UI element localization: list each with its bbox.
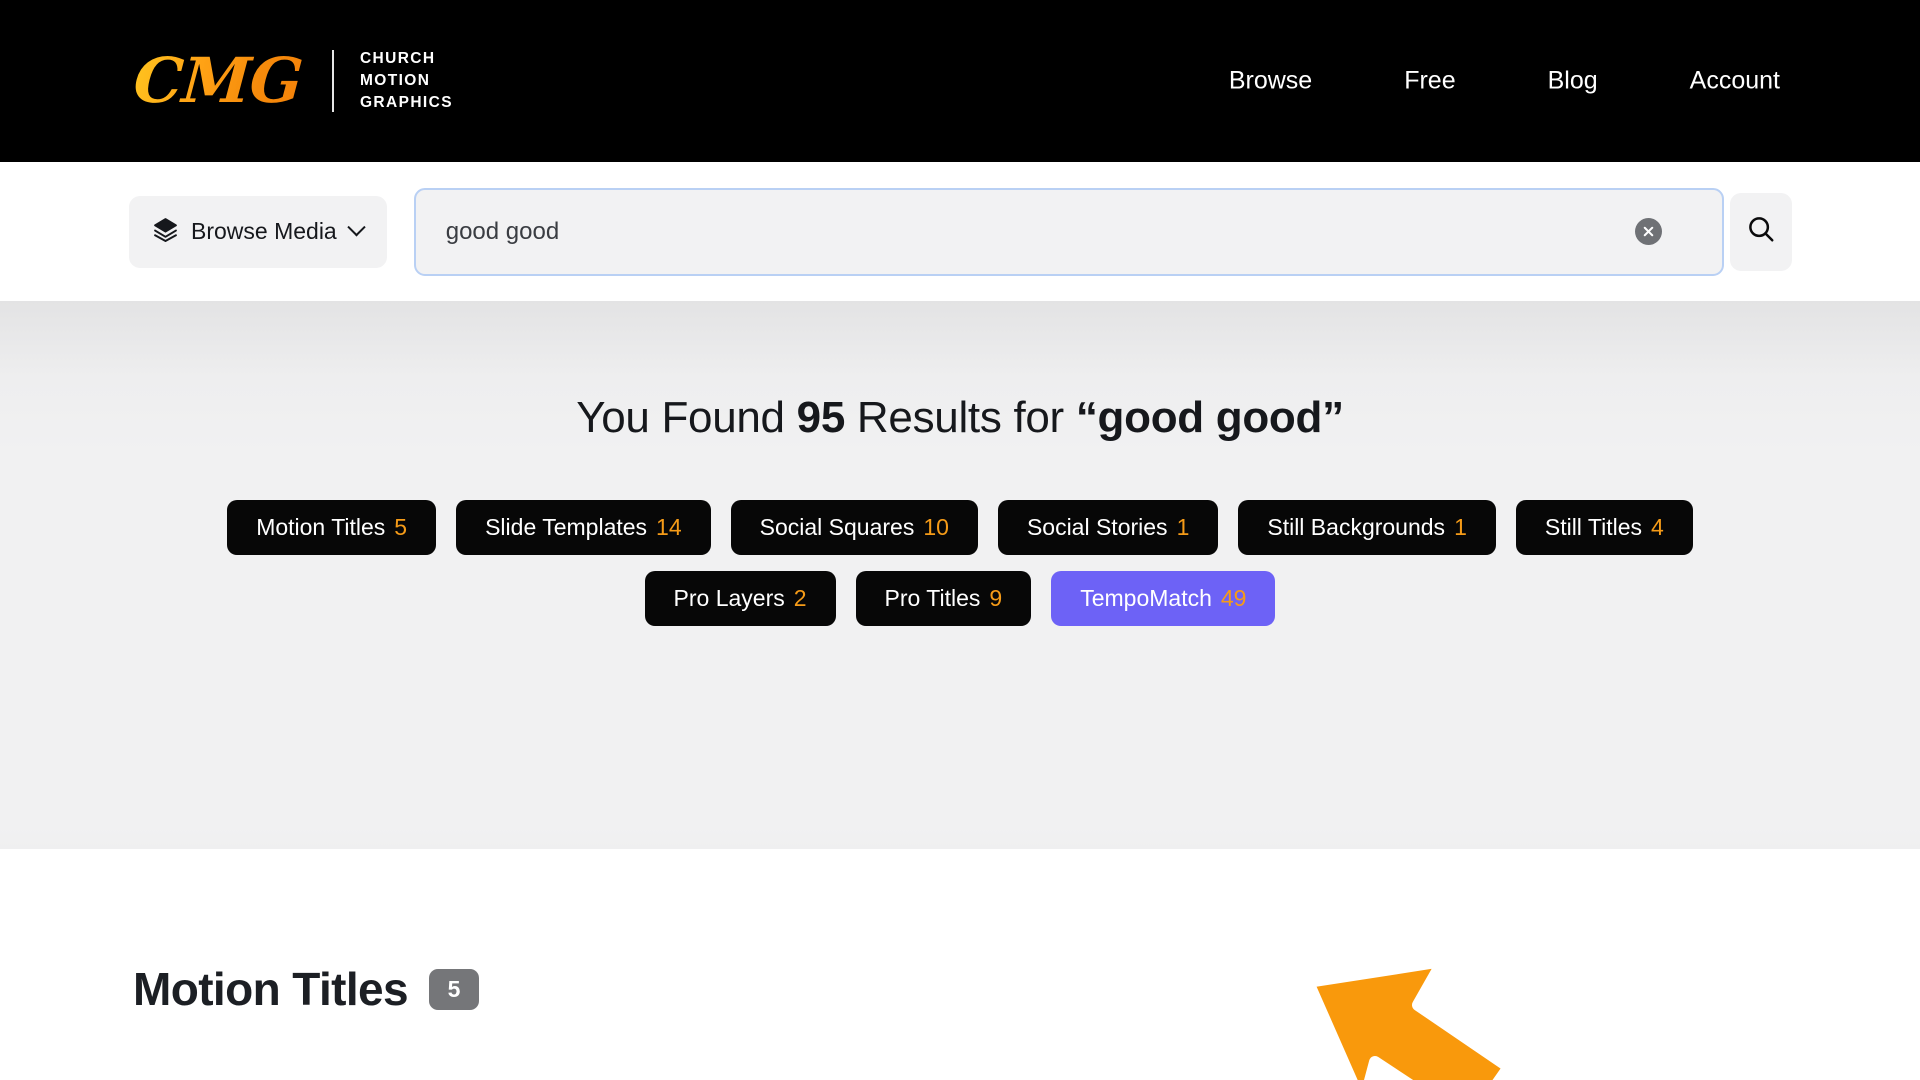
browse-media-dropdown[interactable]: Browse Media: [129, 196, 387, 268]
category-pill-label: Slide Templates: [485, 514, 647, 541]
clear-search-icon[interactable]: [1635, 218, 1662, 245]
logo-mark: CMG: [132, 50, 308, 112]
category-pill-count: 2: [794, 585, 807, 612]
logo-wordmark: Church Motion Graphics: [360, 48, 453, 114]
category-pill-label: Still Titles: [1545, 514, 1642, 541]
category-pill-label: TempoMatch: [1080, 585, 1212, 612]
section-header: Motion Titles 5: [133, 962, 1920, 1016]
search-icon: [1746, 214, 1776, 249]
category-filter-pills: Motion Titles 5 Slide Templates 14 Socia…: [0, 500, 1920, 626]
layers-icon: [153, 217, 178, 247]
category-pill-count: 1: [1177, 514, 1190, 541]
search-field-wrapper[interactable]: [414, 188, 1724, 276]
category-pill-label: Still Backgrounds: [1267, 514, 1445, 541]
category-pill-label: Pro Titles: [885, 585, 981, 612]
category-pill-tempomatch[interactable]: TempoMatch 49: [1051, 571, 1275, 626]
category-pill-label: Social Stories: [1027, 514, 1168, 541]
browse-media-label: Browse Media: [191, 218, 337, 245]
results-headline-prefix: You Found: [576, 393, 796, 442]
chevron-down-icon: [347, 218, 365, 236]
category-pill-count: 9: [989, 585, 1002, 612]
search-results-summary: You Found 95 Results for “good good” Mot…: [0, 301, 1920, 849]
category-pill-count: 14: [656, 514, 682, 541]
logo[interactable]: CMG Church Motion Graphics: [134, 48, 453, 114]
category-pill-count: 49: [1221, 585, 1247, 612]
category-pill-slide-templates[interactable]: Slide Templates 14: [456, 500, 711, 555]
logo-word-motion: Motion: [360, 70, 453, 92]
main-nav: Browse Free Blog Account: [1229, 61, 1780, 102]
logo-word-graphics: Graphics: [360, 92, 453, 114]
search-submit-button[interactable]: [1730, 193, 1792, 271]
category-pill-social-stories[interactable]: Social Stories 1: [998, 500, 1218, 555]
results-headline-count: 95: [797, 393, 845, 442]
category-pill-pro-layers[interactable]: Pro Layers 2: [645, 571, 836, 626]
category-pill-count: 10: [923, 514, 949, 541]
category-pill-count: 5: [394, 514, 407, 541]
category-pill-count: 4: [1651, 514, 1664, 541]
nav-item-blog[interactable]: Blog: [1548, 61, 1598, 102]
nav-item-browse[interactable]: Browse: [1229, 61, 1312, 102]
search-input[interactable]: [446, 218, 1635, 246]
category-pill-pro-titles[interactable]: Pro Titles 9: [856, 571, 1032, 626]
results-headline-middle: Results for: [845, 393, 1076, 442]
category-pill-label: Pro Layers: [674, 585, 785, 612]
site-header: CMG Church Motion Graphics Browse Free B…: [0, 0, 1920, 162]
section-title: Motion Titles: [133, 962, 408, 1016]
logo-divider: [332, 50, 334, 112]
results-section: Motion Titles 5: [0, 849, 1920, 1016]
category-pill-label: Social Squares: [760, 514, 915, 541]
results-headline: You Found 95 Results for “good good”: [0, 393, 1920, 443]
results-headline-query: “good good”: [1076, 393, 1344, 442]
nav-item-account[interactable]: Account: [1690, 61, 1780, 102]
category-pill-still-backgrounds[interactable]: Still Backgrounds 1: [1238, 500, 1496, 555]
category-pill-row: Motion Titles 5 Slide Templates 14 Socia…: [227, 500, 1693, 555]
category-pill-count: 1: [1454, 514, 1467, 541]
category-pill-social-squares[interactable]: Social Squares 10: [731, 500, 978, 555]
category-pill-motion-titles[interactable]: Motion Titles 5: [227, 500, 436, 555]
section-count-badge: 5: [429, 969, 479, 1010]
category-pill-row: Pro Layers 2 Pro Titles 9 TempoMatch 49: [645, 571, 1276, 626]
category-pill-label: Motion Titles: [256, 514, 385, 541]
search-toolbar: Browse Media: [0, 162, 1920, 301]
category-pill-still-titles[interactable]: Still Titles 4: [1516, 500, 1693, 555]
logo-word-church: Church: [360, 48, 453, 70]
nav-item-free[interactable]: Free: [1404, 61, 1455, 102]
